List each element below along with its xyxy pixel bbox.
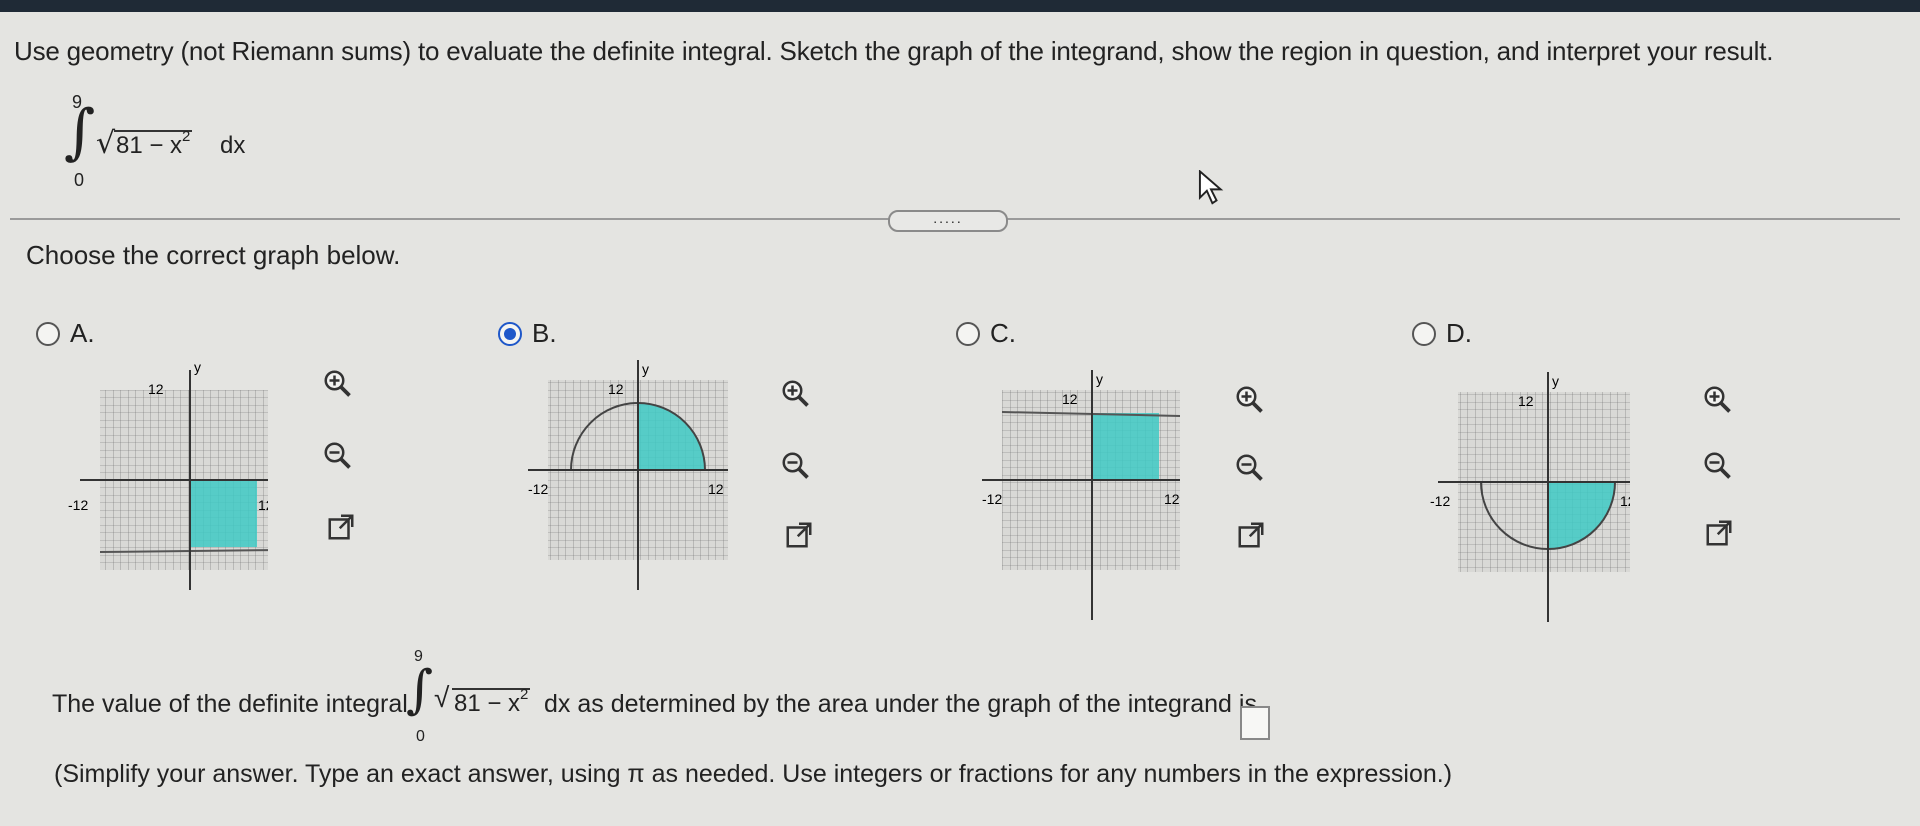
graph-d[interactable]: y x 12 -12 12 — [1430, 372, 1630, 632]
top-bar — [0, 0, 1920, 12]
radio-c[interactable] — [956, 321, 980, 346]
zoom-out-icon[interactable] — [322, 440, 352, 470]
graph-c-y-label: y — [1096, 371, 1103, 387]
zoom-out-icon[interactable] — [780, 450, 810, 480]
zoom-in-icon[interactable] — [322, 368, 352, 398]
option-d[interactable]: D. — [1412, 318, 1472, 349]
radio-d[interactable] — [1412, 321, 1436, 346]
popout-icon[interactable] — [784, 520, 814, 550]
option-a-label: A. — [70, 318, 95, 348]
graph-a[interactable]: y x 12 -12 12 — [68, 360, 268, 620]
graph-a-y-max: 12 — [148, 381, 164, 397]
bottom-radicand-text: 81 − x — [454, 690, 521, 717]
zoom-in-icon[interactable] — [1234, 384, 1264, 414]
mouse-cursor-icon — [1198, 170, 1224, 205]
graph-b-y-max: 12 — [608, 381, 624, 397]
divider-expand-button[interactable]: ..... — [888, 210, 1008, 232]
integral-radicand: 81 − x2 — [114, 128, 193, 160]
bottom-integral: 9 ∫ 0 √ 81 − x2 — [404, 648, 544, 752]
option-d-label: D. — [1446, 318, 1472, 348]
integral-expression: 9 ∫ 0 √ 81 − x2 dx — [60, 92, 280, 192]
bottom-radicand: 81 − x2 — [452, 686, 531, 718]
radio-a[interactable] — [36, 321, 60, 346]
graph-c[interactable]: y x 12 -12 12 — [980, 370, 1180, 630]
graph-d-x-max: 12 — [1620, 493, 1630, 509]
answer-input[interactable] — [1240, 706, 1270, 740]
integral-sign: ∫ — [64, 97, 96, 167]
graph-c-region — [1092, 413, 1159, 480]
integral-dx: dx — [220, 132, 246, 159]
option-b[interactable]: B. — [498, 318, 557, 349]
zoom-out-icon[interactable] — [1234, 452, 1264, 482]
graph-a-region — [190, 480, 257, 547]
graph-c-x-max: 12 — [1164, 491, 1180, 507]
graph-b-y-label: y — [642, 361, 649, 377]
graph-b[interactable]: y x 12 -12 12 — [528, 360, 728, 620]
choose-label: Choose the correct graph below. — [26, 240, 401, 270]
zoom-in-icon[interactable] — [780, 378, 810, 408]
graph-a-x-min: -12 — [68, 497, 88, 513]
question-prompt: Use geometry (not Riemann sums) to evalu… — [14, 36, 1774, 66]
bottom-integral-sign: ∫ — [406, 660, 434, 720]
option-c-label: C. — [990, 318, 1016, 348]
zoom-out-icon[interactable] — [1702, 450, 1732, 480]
bottom-lower-limit: 0 — [416, 728, 425, 745]
radicand-text: 81 − x — [116, 132, 183, 159]
graph-a-x-max: 12 — [258, 497, 268, 513]
answer-prompt-tail: dx as determined by the area under the g… — [544, 690, 1257, 718]
bottom-radicand-exponent: 2 — [520, 686, 529, 703]
integral-lower-limit: 0 — [74, 170, 85, 190]
option-a[interactable]: A. — [36, 318, 95, 349]
popout-icon[interactable] — [1236, 520, 1266, 550]
graph-a-y-label: y — [194, 360, 201, 375]
radicand-exponent: 2 — [182, 128, 191, 145]
popout-icon[interactable] — [326, 512, 356, 542]
answer-instructions: (Simplify your answer. Type an exact ans… — [54, 760, 1453, 788]
sqrt-sign: √ — [96, 126, 116, 161]
graph-d-y-label: y — [1552, 373, 1559, 389]
graph-d-x-min: -12 — [1430, 493, 1450, 509]
popout-icon[interactable] — [1704, 518, 1734, 548]
graph-c-y-max: 12 — [1062, 391, 1078, 407]
graph-b-x-max: 12 — [708, 481, 724, 497]
graph-d-y-max: 12 — [1518, 393, 1534, 409]
graph-c-x-min: -12 — [982, 491, 1002, 507]
graph-b-x-min: -12 — [528, 481, 548, 497]
option-c[interactable]: C. — [956, 318, 1016, 349]
bottom-sqrt-sign: √ — [434, 682, 450, 713]
option-b-label: B. — [532, 318, 557, 348]
radio-b[interactable] — [498, 321, 522, 346]
zoom-in-icon[interactable] — [1702, 384, 1732, 414]
answer-prompt: The value of the definite integral — [52, 690, 408, 718]
